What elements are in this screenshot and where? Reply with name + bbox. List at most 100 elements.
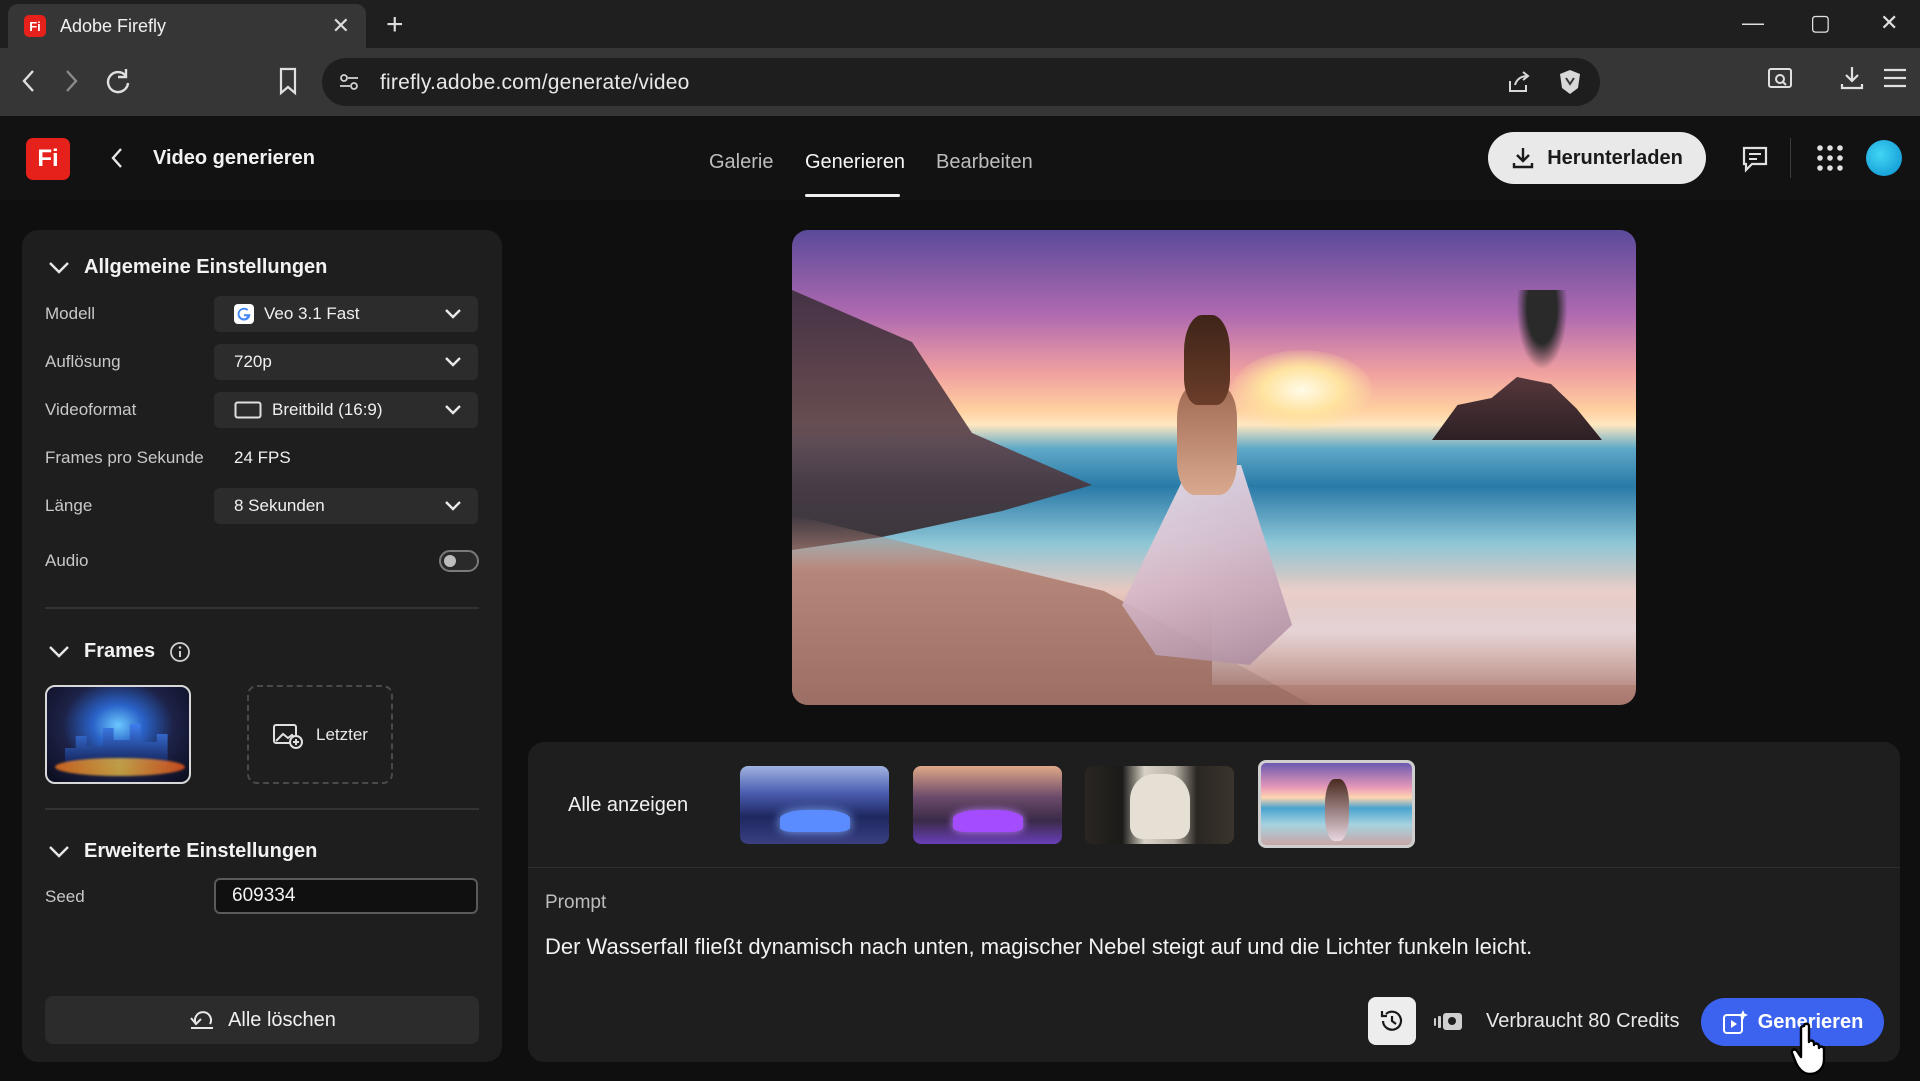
app-header: Fi Video generieren Galerie Generieren B…	[0, 116, 1920, 200]
preview-island-shape	[1432, 377, 1602, 440]
download-icon	[1513, 148, 1534, 169]
site-settings-icon[interactable]	[338, 71, 360, 98]
tab-galerie[interactable]: Galerie	[709, 151, 773, 174]
videoformat-select[interactable]: Breitbild (16:9)	[214, 392, 478, 428]
fps-value: 24 FPS	[234, 448, 291, 467]
model-label: Modell	[45, 304, 96, 323]
url-text[interactable]: firefly.adobe.com/generate/video	[380, 71, 690, 95]
chevron-down-icon	[49, 645, 69, 658]
results-divider	[528, 867, 1900, 868]
brave-shield-icon[interactable]	[1557, 68, 1583, 101]
forward-icon[interactable]	[60, 66, 82, 101]
videoformat-value: Breitbild (16:9)	[272, 400, 383, 419]
credits-icon	[1434, 1010, 1464, 1039]
audio-toggle[interactable]	[439, 550, 479, 572]
menu-icon[interactable]	[1882, 66, 1908, 95]
tab-generieren[interactable]: Generieren	[805, 151, 905, 174]
advanced-settings-header[interactable]: Erweiterte Einstellungen	[48, 840, 317, 863]
prompt-label: Prompt	[545, 892, 607, 913]
maximize-icon[interactable]: ▢	[1810, 10, 1831, 36]
resolution-value: 720p	[234, 352, 272, 371]
new-tab-icon[interactable]: +	[386, 8, 404, 42]
generate-video-icon	[1722, 1010, 1748, 1034]
chevron-down-icon	[445, 405, 461, 415]
section-divider	[45, 808, 479, 810]
bookmark-icon[interactable]	[276, 66, 300, 101]
downloads-icon[interactable]	[1838, 64, 1866, 97]
preview-palm-shape	[1512, 290, 1572, 380]
avatar[interactable]	[1866, 140, 1902, 176]
firefly-favicon-icon: Fi	[24, 15, 46, 37]
browser-toolbar: firefly.adobe.com/generate/video	[0, 48, 1920, 116]
reader-mode-icon[interactable]	[1766, 64, 1794, 97]
active-tab-indicator	[805, 194, 900, 197]
audio-label: Audio	[45, 551, 89, 570]
general-settings-title: Allgemeine Einstellungen	[84, 256, 328, 278]
tab-bearbeiten[interactable]: Bearbeiten	[936, 151, 1033, 174]
last-frame-slot[interactable]: Letzter	[247, 685, 393, 784]
firefly-logo[interactable]: Fi	[26, 138, 70, 180]
browser-tab[interactable]: Fi Adobe Firefly ✕	[8, 4, 366, 48]
chevron-left-icon[interactable]	[108, 144, 126, 177]
header-divider	[1790, 138, 1791, 178]
seed-label: Seed	[45, 887, 85, 906]
minimize-icon[interactable]: —	[1742, 10, 1764, 36]
tab-title: Adobe Firefly	[60, 15, 167, 36]
credits-text: Verbraucht 80 Credits	[1486, 1010, 1680, 1032]
length-select[interactable]: 8 Sekunden	[214, 488, 478, 524]
history-icon	[1380, 1010, 1403, 1031]
preview-hair-shape	[1184, 315, 1230, 405]
frames-title: Frames	[84, 640, 156, 662]
share-icon[interactable]	[1506, 69, 1532, 100]
tab-close-icon[interactable]: ✕	[332, 13, 350, 39]
first-frame-thumbnail[interactable]	[45, 685, 191, 784]
show-all-link[interactable]: Alle anzeigen	[568, 794, 688, 817]
video-preview[interactable]	[792, 230, 1636, 705]
videoformat-label: Videoformat	[45, 400, 137, 419]
chevron-down-icon	[49, 845, 69, 858]
undo-icon	[190, 1011, 214, 1029]
preview-woman-figure	[1122, 315, 1292, 685]
hand-cursor-icon	[1790, 1022, 1834, 1081]
preview-dress-shape	[1122, 465, 1292, 665]
feedback-icon[interactable]	[1740, 144, 1770, 179]
length-value: 8 Sekunden	[234, 496, 325, 515]
clear-all-button[interactable]: Alle löschen	[45, 996, 479, 1044]
model-select[interactable]: Veo 3.1 Fast	[214, 296, 478, 332]
window-close-icon[interactable]: ✕	[1880, 10, 1898, 36]
result-thumbnail[interactable]	[1085, 766, 1234, 844]
add-image-icon	[273, 723, 303, 749]
general-settings-header[interactable]: Allgemeine Einstellungen	[48, 256, 327, 279]
download-button[interactable]: Herunterladen	[1488, 132, 1706, 184]
chevron-down-icon	[445, 501, 461, 511]
thumb-car-shape	[953, 810, 1023, 832]
model-value: Veo 3.1 Fast	[264, 304, 360, 323]
result-thumbnail[interactable]	[913, 766, 1062, 844]
chevron-down-icon	[445, 357, 461, 367]
prompt-history-button[interactable]	[1368, 997, 1416, 1045]
info-icon[interactable]	[169, 641, 191, 663]
results-panel: Alle anzeigen Prompt Der Wasserfall flie…	[528, 742, 1900, 1062]
settings-panel: Allgemeine Einstellungen Modell Veo 3.1 …	[22, 230, 502, 1062]
result-thumbnail[interactable]	[740, 766, 889, 844]
preview-cliff-shape	[792, 290, 1092, 550]
section-divider	[45, 607, 479, 609]
back-icon[interactable]	[18, 66, 40, 101]
apps-grid-icon[interactable]	[1816, 144, 1844, 177]
address-bar[interactable]: firefly.adobe.com/generate/video	[322, 58, 1600, 106]
thumb-girl-shape	[1325, 779, 1349, 841]
frame-glow-shape	[55, 758, 185, 776]
thumb-chair-shape	[1130, 774, 1190, 839]
reload-icon[interactable]	[104, 66, 132, 101]
prompt-textarea[interactable]: Der Wasserfall fließt dynamisch nach unt…	[545, 934, 1532, 960]
last-frame-label: Letzter	[316, 724, 368, 744]
resolution-label: Auflösung	[45, 352, 121, 371]
advanced-settings-title: Erweiterte Einstellungen	[84, 840, 318, 862]
frames-header[interactable]: Frames	[48, 640, 191, 663]
seed-input[interactable]: 609334	[214, 878, 478, 914]
result-thumbnail-selected[interactable]	[1258, 760, 1415, 848]
resolution-select[interactable]: 720p	[214, 344, 478, 380]
clear-all-label: Alle löschen	[228, 1008, 336, 1031]
length-label: Länge	[45, 496, 93, 515]
download-label: Herunterladen	[1547, 146, 1683, 169]
